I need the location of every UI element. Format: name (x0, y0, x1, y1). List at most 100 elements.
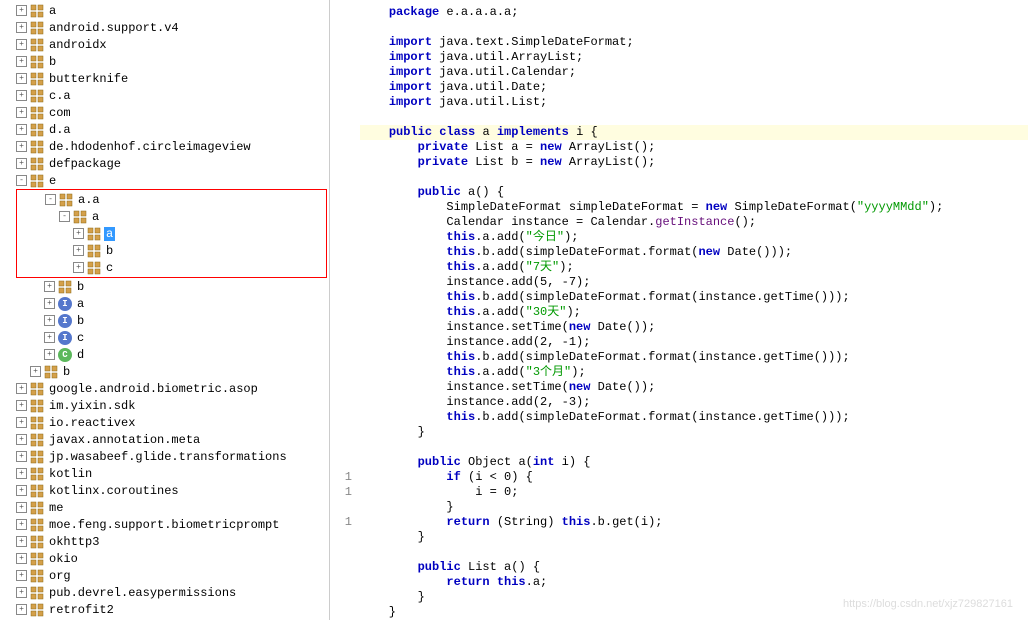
tree-item[interactable]: +pub.devrel.easypermissions (2, 584, 327, 601)
code-editor-panel[interactable]: 111 package e.a.a.a.a; import java.text.… (330, 0, 1028, 620)
code-line: this.a.add("今日"); (360, 230, 1028, 245)
tree-item[interactable]: +google.android.biometric.asop (2, 380, 327, 397)
tree-toggle-icon[interactable]: + (44, 349, 55, 360)
tree-item[interactable]: + android.support.v4 (2, 19, 327, 36)
package-icon (59, 193, 73, 207)
package-icon (30, 586, 44, 600)
tree-item[interactable]: -a (17, 208, 326, 225)
tree-item-label: jp.wasabeef.glide.transformations (47, 450, 289, 464)
tree-item-label: b (61, 365, 72, 379)
tree-toggle-icon[interactable]: + (73, 245, 84, 256)
tree-toggle-icon[interactable]: - (59, 211, 70, 222)
tree-item[interactable]: -e (2, 172, 327, 189)
tree-item[interactable]: +com (2, 104, 327, 121)
tree-item[interactable]: +c.a (2, 87, 327, 104)
tree-toggle-icon[interactable]: + (44, 281, 55, 292)
package-icon (30, 4, 44, 18)
tree-toggle-icon[interactable]: + (16, 519, 27, 530)
tree-item-label: android.support.v4 (47, 21, 181, 35)
tree-toggle-icon[interactable]: - (16, 175, 27, 186)
tree-toggle-icon[interactable]: + (16, 417, 27, 428)
tree-toggle-icon[interactable]: + (16, 383, 27, 394)
tree-item[interactable]: +defpackage (2, 155, 327, 172)
tree-item[interactable]: +im.yixin.sdk (2, 397, 327, 414)
tree-item[interactable]: + okio (2, 550, 327, 567)
tree-toggle-icon[interactable]: + (16, 553, 27, 564)
tree-item-label: okio (47, 552, 80, 566)
code-line: this.a.add("7天"); (360, 260, 1028, 275)
tree-toggle-icon[interactable]: + (16, 604, 27, 615)
code-line: SimpleDateFormat simpleDateFormat = new … (360, 200, 1028, 215)
tree-item[interactable]: +a (2, 2, 327, 19)
tree-item[interactable]: +Ib (2, 312, 327, 329)
tree-toggle-icon[interactable]: + (16, 400, 27, 411)
tree-toggle-icon[interactable]: + (16, 73, 27, 84)
package-icon (87, 227, 101, 241)
tree-item[interactable]: +okhttp3 (2, 533, 327, 550)
tree-item[interactable]: +b (2, 53, 327, 70)
code-line: Calendar instance = Calendar.getInstance… (360, 215, 1028, 230)
tree-toggle-icon[interactable]: + (73, 228, 84, 239)
tree-item[interactable]: + jp.wasabeef.glide.transformations (2, 448, 327, 465)
tree-item[interactable]: +org (2, 567, 327, 584)
tree-toggle-icon[interactable]: + (16, 158, 27, 169)
tree-toggle-icon[interactable]: + (16, 468, 27, 479)
tree-item[interactable]: +b (2, 363, 327, 380)
tree-toggle-icon[interactable]: + (16, 570, 27, 581)
tree-item[interactable]: +butterknife (2, 70, 327, 87)
tree-toggle-icon[interactable]: + (16, 536, 27, 547)
package-icon (30, 569, 44, 583)
tree-item[interactable]: +b (17, 242, 326, 259)
tree-toggle-icon[interactable]: - (45, 194, 56, 205)
package-icon (30, 535, 44, 549)
tree-toggle-icon[interactable]: + (16, 5, 27, 16)
tree-item[interactable]: +io.reactivex (2, 414, 327, 431)
tree-item[interactable]: +javax.annotation.meta (2, 431, 327, 448)
watermark: https://blog.csdn.net/xjz729827161 (843, 598, 1013, 610)
tree-toggle-icon[interactable]: + (44, 298, 55, 309)
code-line: instance.setTime(new Date()); (360, 380, 1028, 395)
tree-toggle-icon[interactable]: + (44, 315, 55, 326)
tree-item[interactable]: -a.a (17, 191, 326, 208)
tree-toggle-icon[interactable]: + (16, 485, 27, 496)
tree-item[interactable]: +androidx (2, 36, 327, 53)
tree-toggle-icon[interactable]: + (16, 124, 27, 135)
tree-item[interactable]: +retrofit2 (2, 601, 327, 618)
code-line: return (String) this.b.get(i); (360, 515, 1028, 530)
class-icon: I (58, 331, 72, 345)
tree-item[interactable]: +moe.feng.support.biometricprompt (2, 516, 327, 533)
tree-toggle-icon[interactable]: + (30, 366, 41, 377)
tree-toggle-icon[interactable]: + (44, 332, 55, 343)
tree-item[interactable]: +a (17, 225, 326, 242)
code-line: import java.util.List; (360, 95, 1028, 110)
tree-toggle-icon[interactable]: + (16, 587, 27, 598)
tree-item-label: me (47, 501, 65, 515)
tree-item[interactable]: +d.a (2, 121, 327, 138)
tree-toggle-icon[interactable]: + (16, 502, 27, 513)
tree-item[interactable]: +Cd (2, 346, 327, 363)
code-gutter: 111 (330, 0, 360, 620)
tree-toggle-icon[interactable]: + (16, 56, 27, 67)
tree-item[interactable]: +kotlinx.coroutines (2, 482, 327, 499)
tree-item[interactable]: +b (2, 278, 327, 295)
tree-item[interactable]: +Ia (2, 295, 327, 312)
tree-item[interactable]: +c (17, 259, 326, 276)
tree-toggle-icon[interactable]: + (16, 107, 27, 118)
code-line: public Object a(int i) { (360, 455, 1028, 470)
package-icon (30, 123, 44, 137)
tree-item[interactable]: +kotlin (2, 465, 327, 482)
tree-toggle-icon[interactable]: + (16, 39, 27, 50)
tree-toggle-icon[interactable]: + (16, 22, 27, 33)
package-tree-panel[interactable]: +a+android.support.v4+androidx+b+butterk… (0, 0, 330, 620)
tree-toggle-icon[interactable]: + (16, 90, 27, 101)
tree-item[interactable]: +Ic (2, 329, 327, 346)
code-area[interactable]: package e.a.a.a.a; import java.text.Simp… (360, 0, 1028, 620)
tree-item-label: a (47, 4, 58, 18)
tree-toggle-icon[interactable]: + (73, 262, 84, 273)
tree-toggle-icon[interactable]: + (16, 451, 27, 462)
code-line: public List a() { (360, 560, 1028, 575)
tree-item[interactable]: +de.hdodenhof.circleimageview (2, 138, 327, 155)
tree-toggle-icon[interactable]: + (16, 141, 27, 152)
tree-item[interactable]: + me (2, 499, 327, 516)
tree-toggle-icon[interactable]: + (16, 434, 27, 445)
